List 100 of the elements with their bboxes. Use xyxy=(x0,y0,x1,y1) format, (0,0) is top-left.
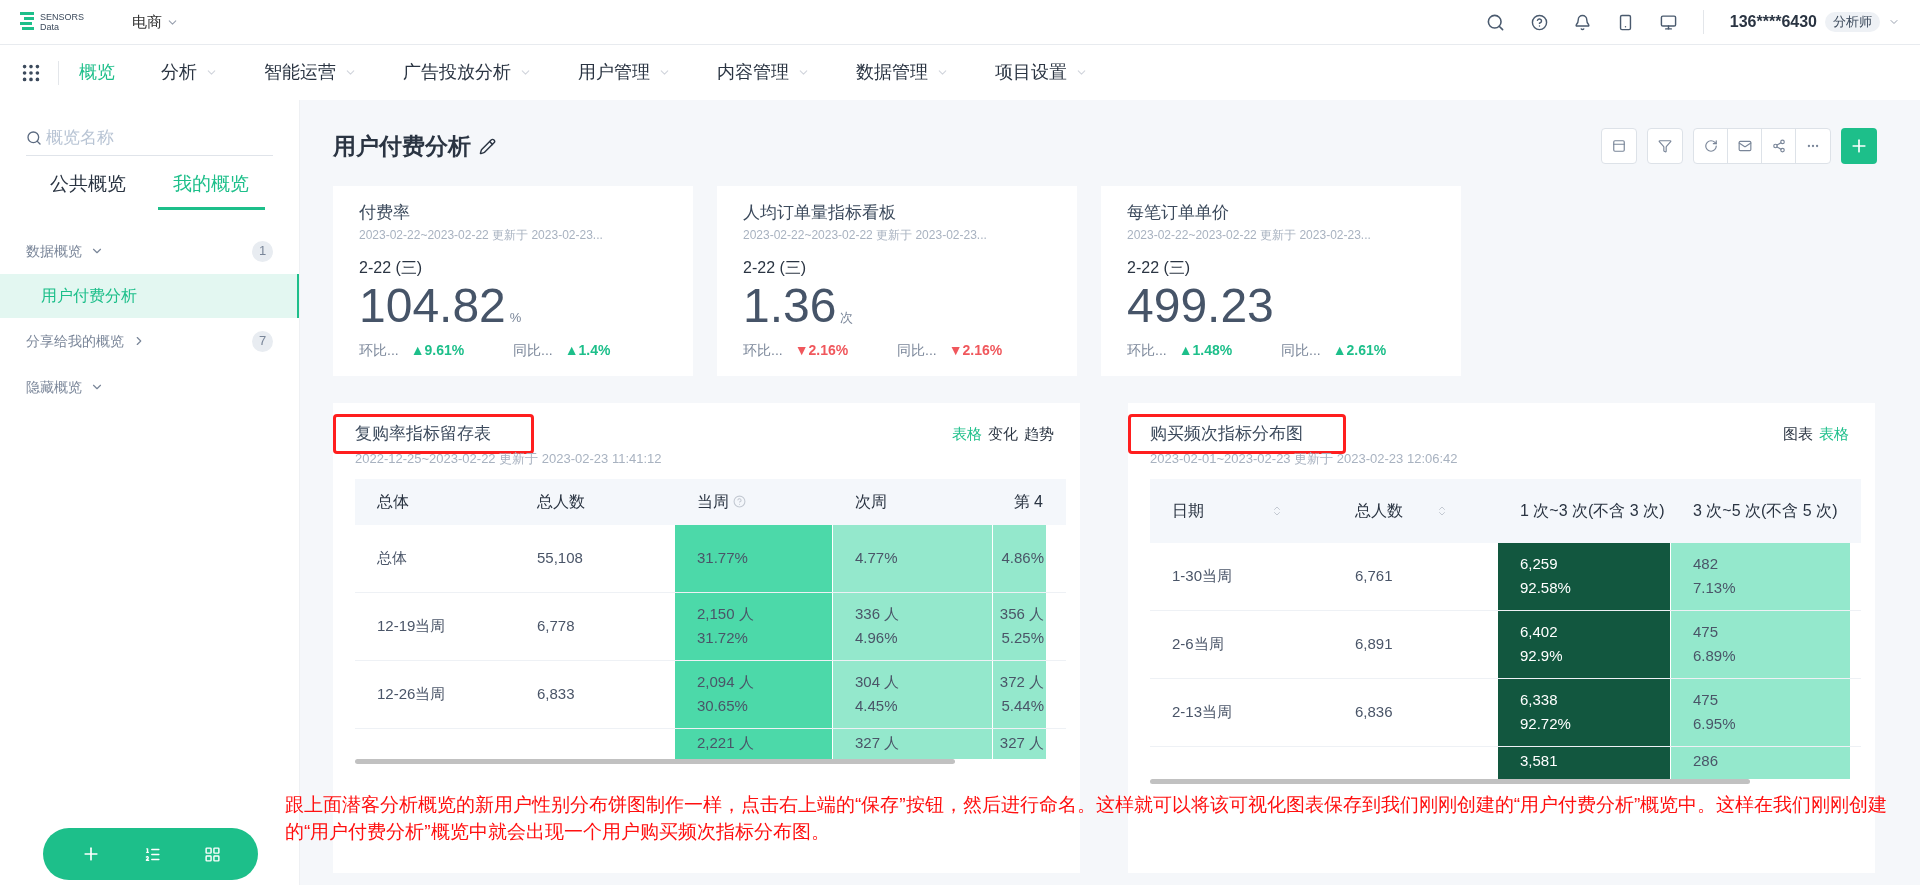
page-title: 用户付费分析 xyxy=(333,131,471,161)
card-subtitle: 2023-02-22~2023-02-22 更新于 2023-02-23... xyxy=(1127,226,1372,244)
table-cell: 475 6.95% xyxy=(1671,678,1851,746)
layout-button[interactable] xyxy=(1601,128,1637,164)
nav-item[interactable]: 用户管理 xyxy=(578,59,671,86)
metric-value: 1.36 xyxy=(743,279,837,332)
column-label: 次周 xyxy=(855,491,887,512)
scrollbar[interactable] xyxy=(1150,778,1750,784)
logo-text: Data xyxy=(40,22,60,32)
column-label: 总人数 xyxy=(1355,500,1403,521)
nav-item[interactable]: 数据管理 xyxy=(856,59,949,86)
share-icon xyxy=(1771,139,1786,153)
filter-button[interactable] xyxy=(1647,128,1683,164)
table-cell: 31.77% xyxy=(675,524,833,592)
comparison-value: ▼2.16% xyxy=(948,340,1003,360)
nav-item[interactable]: 智能运营 xyxy=(264,59,357,86)
card-subtitle: 2023-02-22~2023-02-22 更新于 2023-02-23... xyxy=(743,226,988,244)
column-label: 总体 xyxy=(377,491,409,512)
card-date: 2-22 (三) xyxy=(1127,257,1192,278)
envelope-icon xyxy=(1737,139,1752,153)
table-cell: 12-19当周 xyxy=(355,592,515,660)
comparison-value: ▲1.4% xyxy=(564,340,611,360)
metric-value: 499.23 xyxy=(1127,279,1274,332)
nav-item[interactable]: 广告投放分析 xyxy=(403,59,532,86)
column-label: 日期 xyxy=(1172,500,1204,521)
table-cell: 482 7.13% xyxy=(1671,542,1851,610)
nav-item[interactable]: 内容管理 xyxy=(717,59,810,86)
comparison-label: 环比... xyxy=(1127,340,1167,360)
comparison-label: 同比... xyxy=(513,340,553,360)
table-cell: 3,581 xyxy=(1498,746,1671,779)
table-cell: 6,259 92.58% xyxy=(1498,542,1671,610)
card-title: 人均订单量指标看板 xyxy=(743,202,897,224)
card-date: 2-22 (三) xyxy=(359,257,424,278)
table-cell: 475 6.89% xyxy=(1671,610,1851,678)
nav-item[interactable]: 分析 xyxy=(161,59,218,86)
table-cell: 2-13当周 xyxy=(1150,678,1333,746)
table-cell: 2,094 人 30.65% xyxy=(675,660,833,728)
nav-item[interactable]: 项目设置 xyxy=(995,59,1088,86)
column-label: 第 4 xyxy=(1013,491,1043,512)
metric-value: 104.82 xyxy=(359,279,506,332)
monitor-icon[interactable] xyxy=(1659,13,1677,31)
group-toggle[interactable]: 数据概览 xyxy=(26,240,104,262)
comparison-label: 环比... xyxy=(359,340,399,360)
panel-title: 复购率指标留存表 xyxy=(355,423,491,446)
column-label: 总人数 xyxy=(537,491,585,512)
table-cell: 2,221 人 xyxy=(675,728,833,759)
column-label: 当周 xyxy=(697,491,729,512)
group-toggle[interactable]: 分享给我的概览 xyxy=(26,330,146,352)
table-cell: 304 人 4.45% xyxy=(833,660,993,728)
card-title: 每笔订单单价 xyxy=(1127,202,1230,224)
panel-title: 购买频次指标分布图 xyxy=(1150,423,1303,446)
table-cell: 356 人 5.25% xyxy=(993,592,1047,660)
help-icon[interactable] xyxy=(1530,13,1548,31)
logo-text: SENSORS xyxy=(40,12,84,22)
panel-subtitle: 2023-02-01~2023-02-23 更新于 2023-02-23 12:06:42 xyxy=(1150,450,1459,468)
table-cell: 336 人 4.96% xyxy=(833,592,993,660)
edit-icon[interactable] xyxy=(479,137,496,155)
table-cell: 372 人 5.44% xyxy=(993,660,1047,728)
search-icon[interactable] xyxy=(1485,12,1505,32)
layout-icon xyxy=(1612,139,1626,153)
role-badge: 分析师 xyxy=(1825,12,1880,32)
project-selector[interactable]: 电商 xyxy=(132,10,179,34)
search-field[interactable]: 概览名称 xyxy=(46,124,273,151)
group-toggle[interactable]: 隐藏概览 xyxy=(26,376,104,398)
card-date: 2-22 (三) xyxy=(743,257,808,278)
metric-unit: % xyxy=(509,309,522,327)
table-cell: 327 人 xyxy=(833,728,993,759)
comparison-value: ▼2.16% xyxy=(794,340,849,360)
table-cell: 286 xyxy=(1671,746,1851,779)
annotation-text: 跟上面潜客分析概览的新用户性别分布饼图制作一样，点击右上端的“保存”按钮，然后进行命名。这样就可以将该可视化图表保存到我们刚刚创建的“用户付费分析”概览中。这样在我们刚刚创建的“用户付费分析”概览中就会出现一个用户购买频次指标分布图。 xyxy=(285,793,1889,844)
table-cell: 6,402 92.9% xyxy=(1498,610,1671,678)
sidebar-tab[interactable]: 公共概览 xyxy=(34,162,142,210)
scrollbar[interactable] xyxy=(355,758,955,764)
search-icon xyxy=(26,129,42,146)
view-tab[interactable]: 变化 xyxy=(988,422,1018,446)
card-title: 付费率 xyxy=(359,202,411,224)
view-tab[interactable]: 趋势 xyxy=(1024,422,1054,446)
metric-unit: 次 xyxy=(840,309,854,327)
table-cell: 4.77% xyxy=(833,524,993,592)
logo-icon xyxy=(20,11,36,33)
table-cell: 6,338 92.72% xyxy=(1498,678,1671,746)
bell-icon[interactable] xyxy=(1573,13,1591,31)
table-cell: 2,150 人 31.72% xyxy=(675,592,833,660)
view-tab[interactable]: 图表 xyxy=(1783,422,1813,446)
sort-list-icon[interactable] xyxy=(143,845,161,863)
comparison-value: ▲9.61% xyxy=(410,340,465,360)
user-name[interactable]: 136****6430 xyxy=(1729,10,1817,34)
count-badge: 1 xyxy=(252,240,273,262)
sort-icon[interactable] xyxy=(1436,504,1448,517)
sort-icon[interactable] xyxy=(1271,504,1283,517)
comparison-label: 环比... xyxy=(743,340,783,360)
filter-icon xyxy=(1658,139,1672,153)
table-cell: 12-26当周 xyxy=(355,660,515,728)
count-badge: 7 xyxy=(252,330,273,352)
grid-icon[interactable] xyxy=(203,845,221,863)
card-subtitle: 2023-02-22~2023-02-22 更新于 2023-02-23... xyxy=(359,226,604,244)
column-label: 1 次~3 次(不含 3 次) xyxy=(1520,500,1665,521)
table-cell: 总体 xyxy=(355,524,515,592)
panel-subtitle: 2022-12-25~2023-02-22 更新于 2023-02-23 11:41:12 xyxy=(355,450,663,468)
add-button[interactable] xyxy=(1841,128,1877,164)
